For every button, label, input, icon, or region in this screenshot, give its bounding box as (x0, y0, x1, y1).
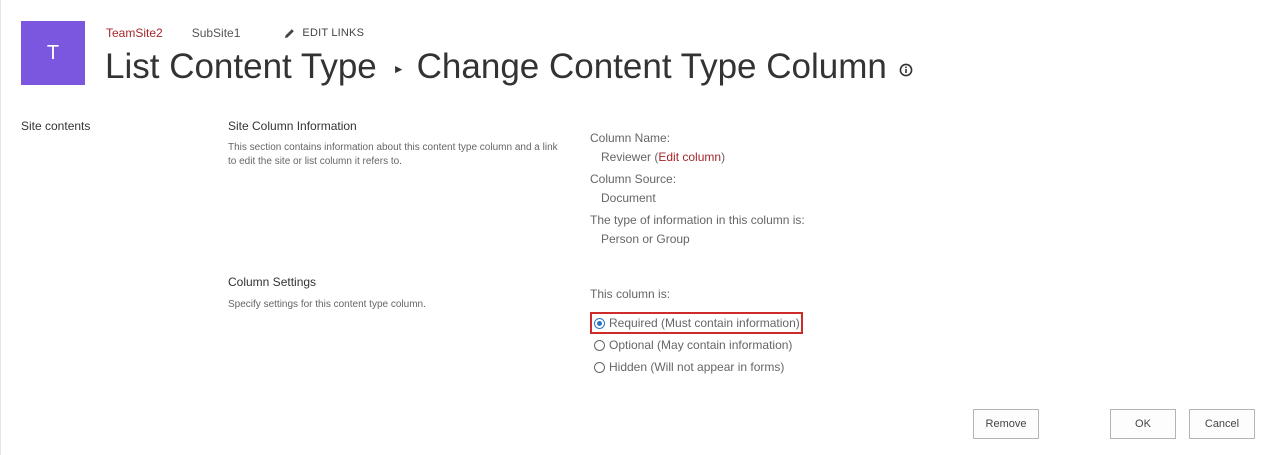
pencil-icon (285, 28, 295, 38)
site-column-info-title: Site Column Information (228, 119, 357, 133)
edit-links-button[interactable]: EDIT LINKS (284, 27, 364, 39)
breadcrumb-parent[interactable]: List Content Type (105, 47, 377, 87)
edit-links-label: EDIT LINKS (302, 27, 365, 39)
subsite-link[interactable]: SubSite1 (192, 26, 241, 40)
radio-optional-label[interactable]: Optional (May contain information) (609, 338, 792, 352)
radio-optional-button[interactable] (594, 339, 605, 351)
info-icon[interactable] (899, 63, 913, 77)
teamsite-link[interactable]: TeamSite2 (106, 26, 163, 40)
radio-hidden[interactable]: Hidden (Will not appear in forms) (594, 360, 784, 374)
column-type-label: The type of information in this column i… (590, 213, 805, 227)
ok-button[interactable]: OK (1110, 409, 1176, 439)
radio-hidden-button[interactable] (594, 361, 605, 373)
edit-column-link[interactable]: Edit column (658, 150, 721, 164)
radio-hidden-label[interactable]: Hidden (Will not appear in forms) (609, 360, 784, 374)
breadcrumb-separator-icon: ► (392, 62, 405, 76)
site-contents-link[interactable]: Site contents (21, 119, 90, 133)
site-column-info-description: This section contains information about … (228, 142, 558, 167)
column-source-label: Column Source: (590, 172, 677, 186)
column-name-text: Reviewer (601, 150, 652, 164)
column-is-prompt: This column is: (590, 287, 671, 301)
window-left-border (0, 0, 1, 455)
column-settings-title: Column Settings (228, 275, 317, 289)
column-settings-description: Specify settings for this content type c… (228, 299, 426, 310)
column-source-value: Document (601, 191, 656, 205)
site-logo[interactable]: T (21, 21, 85, 85)
top-nav: TeamSite2 SubSite1 EDIT LINKS (106, 26, 364, 40)
column-name-label: Column Name: (590, 131, 671, 145)
cancel-button[interactable]: Cancel (1189, 409, 1255, 439)
radio-optional[interactable]: Optional (May contain information) (594, 338, 792, 352)
breadcrumb-current: Change Content Type Column (416, 47, 887, 86)
column-name-value: Reviewer (Edit column) (601, 150, 726, 164)
page-title: List Content Type ► Change Content Type … (105, 47, 913, 87)
left-nav: Site contents (21, 119, 90, 133)
column-type-value: Person or Group (601, 232, 690, 246)
remove-button[interactable]: Remove (973, 409, 1039, 439)
site-logo-letter: T (46, 41, 60, 64)
highlight-annotation-box (590, 312, 803, 334)
